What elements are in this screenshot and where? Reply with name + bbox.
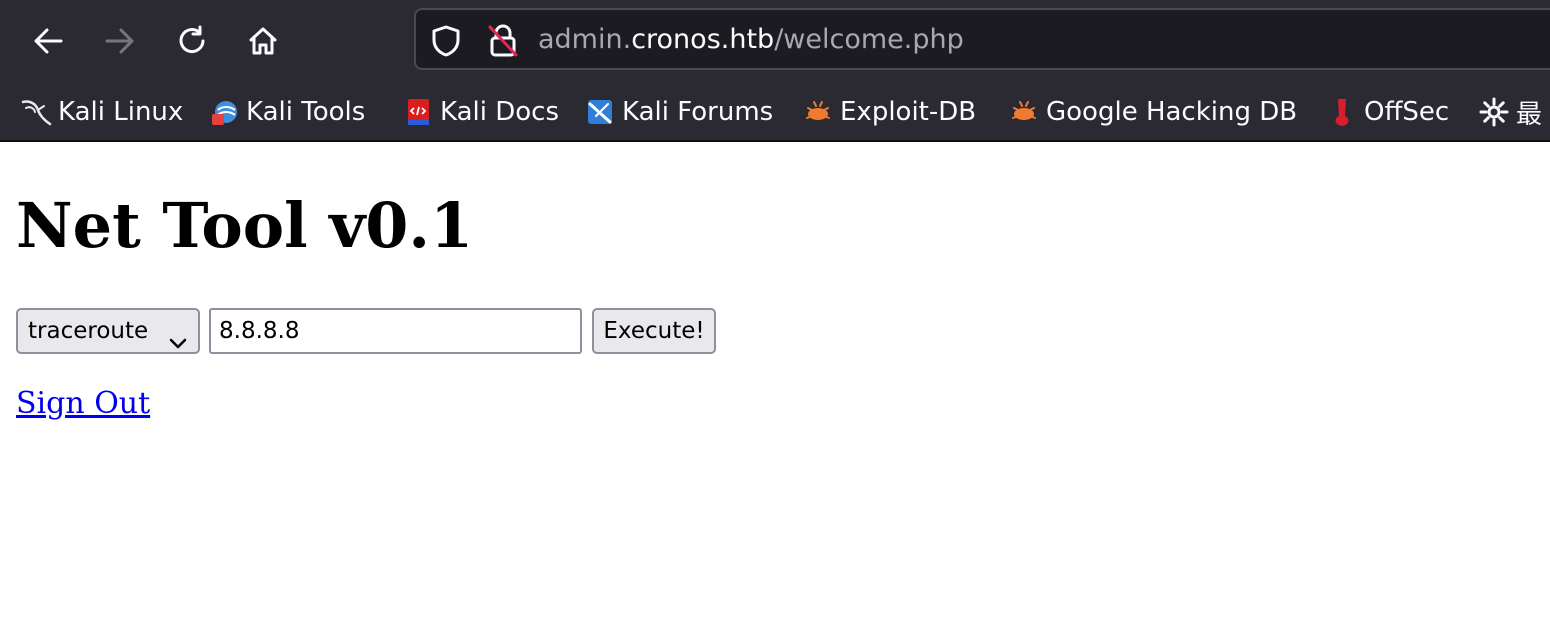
bookmark-kali-tools[interactable]: Kali Tools [208,84,365,140]
browser-toolbar: admin.cronos.htb/welcome.php [0,0,1550,84]
back-arrow-icon[interactable] [20,13,76,69]
command-select[interactable]: traceroute [16,308,200,354]
host-input[interactable] [209,308,582,354]
kali-forums-icon [584,96,616,128]
page-content: Net Tool v0.1 traceroute Execute! Sign O… [0,142,1550,628]
bookmark-label: Google Hacking DB [1046,97,1298,127]
bookmark-kali-linux[interactable]: Kali Linux [20,84,183,140]
gear-icon [1478,96,1510,128]
insecure-lock-icon[interactable] [486,23,520,63]
bookmark-label: Kali Tools [246,97,366,127]
kali-dragon-icon [20,96,52,128]
bookmark-kali-forums[interactable]: Kali Forums [584,84,773,140]
execute-button[interactable]: Execute! [592,308,716,354]
tracking-shield-icon[interactable] [430,24,462,62]
bookmark-label: Kali Linux [58,97,184,127]
page-title: Net Tool v0.1 [16,189,474,262]
kali-tools-icon [208,96,240,128]
bookmarks-toolbar: Kali Linux Kali Tools Kali Docs Kali For… [0,84,1550,142]
chevron-down-icon [168,323,188,365]
bookmark-google-hacking-db[interactable]: Google Hacking DB [1008,84,1297,140]
exploit-db-icon [802,96,834,128]
url-subdomain: admin. [538,24,632,55]
bookmark-offsec[interactable]: OffSec [1326,84,1449,140]
bookmark-label: OffSec [1364,97,1450,127]
sign-out-link[interactable]: Sign Out [16,382,150,426]
forward-arrow-icon[interactable] [92,13,148,69]
bookmark-label: Kali Docs [440,97,560,127]
bookmark-label: Exploit-DB [840,97,977,127]
bookmark-kali-docs[interactable]: Kali Docs [402,84,559,140]
home-icon[interactable] [235,13,291,69]
bookmark-exploit-db[interactable]: Exploit-DB [802,84,976,140]
url-path: /welcome.php [774,24,964,55]
kali-docs-icon [402,96,434,128]
url-text[interactable]: admin.cronos.htb/welcome.php [538,22,964,58]
reload-icon[interactable] [164,13,220,69]
bookmark-label: Kali Forums [622,97,774,127]
url-host: cronos.htb [631,24,775,55]
bookmark-label: 最 [1516,99,1543,130]
command-select-value: traceroute [28,318,149,344]
offsec-icon [1326,96,1358,128]
ghdb-icon [1008,96,1040,128]
url-bar[interactable]: admin.cronos.htb/welcome.php [414,8,1550,70]
bookmark-more[interactable]: 最 [1478,84,1542,140]
